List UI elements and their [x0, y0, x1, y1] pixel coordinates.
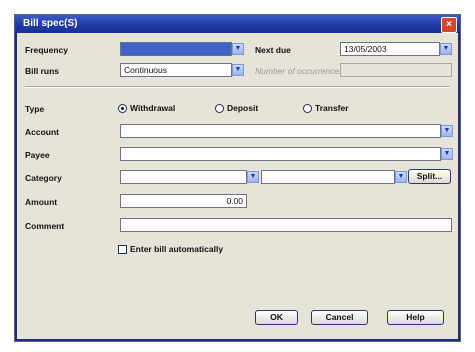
- radio-icon: [303, 103, 312, 113]
- enter-automatically-checkbox[interactable]: Enter bill automatically: [118, 244, 223, 254]
- frequency-select[interactable]: [120, 42, 232, 56]
- account-select[interactable]: [120, 124, 441, 138]
- checkbox-icon: [118, 244, 127, 254]
- bill-spec-dialog: Bill spec(S) × Frequency ▼ Next due 13/0…: [14, 14, 461, 342]
- comment-label: Comment: [25, 221, 65, 231]
- split-button[interactable]: Split...: [408, 169, 451, 184]
- type-label: Type: [25, 104, 45, 114]
- next-due-dropdown-icon[interactable]: ▼: [440, 43, 452, 55]
- type-transfer-radio[interactable]: Transfer: [303, 103, 349, 113]
- type-deposit-radio[interactable]: Deposit: [215, 103, 258, 113]
- title-bar[interactable]: Bill spec(S) ×: [15, 15, 460, 33]
- category-select[interactable]: [120, 170, 247, 184]
- radio-icon: [215, 103, 224, 113]
- account-dropdown-icon[interactable]: ▼: [441, 125, 453, 137]
- cancel-button[interactable]: Cancel: [311, 310, 368, 325]
- payee-select[interactable]: [120, 147, 441, 161]
- subcategory-dropdown-icon[interactable]: ▼: [395, 171, 407, 183]
- radio-selected-icon: [118, 103, 127, 113]
- frequency-dropdown-icon[interactable]: ▼: [232, 43, 244, 55]
- amount-label: Amount: [25, 197, 58, 207]
- ok-button[interactable]: OK: [255, 310, 298, 325]
- type-withdrawal-radio[interactable]: Withdrawal: [118, 103, 175, 113]
- next-due-label: Next due: [255, 45, 291, 55]
- comment-field[interactable]: [120, 218, 452, 232]
- frequency-label: Frequency: [25, 45, 68, 55]
- help-button[interactable]: Help: [387, 310, 444, 325]
- payee-label: Payee: [25, 150, 50, 160]
- subcategory-select[interactable]: [261, 170, 395, 184]
- amount-field[interactable]: 0.00: [120, 194, 247, 208]
- bill-runs-label: Bill runs: [25, 66, 60, 76]
- category-label: Category: [25, 173, 62, 183]
- account-label: Account: [25, 127, 59, 137]
- window-title: Bill spec(S): [23, 18, 78, 29]
- separator: [25, 86, 450, 88]
- next-due-field[interactable]: 13/05/2003: [340, 42, 440, 56]
- category-dropdown-icon[interactable]: ▼: [247, 171, 259, 183]
- payee-dropdown-icon[interactable]: ▼: [441, 148, 453, 160]
- close-icon[interactable]: ×: [441, 17, 457, 33]
- number-of-occurrences-label: Number of occurrences: [255, 66, 344, 76]
- bill-runs-dropdown-icon[interactable]: ▼: [232, 64, 244, 76]
- bill-runs-select[interactable]: Continuous: [120, 63, 232, 77]
- number-of-occurrences-field: [340, 63, 452, 77]
